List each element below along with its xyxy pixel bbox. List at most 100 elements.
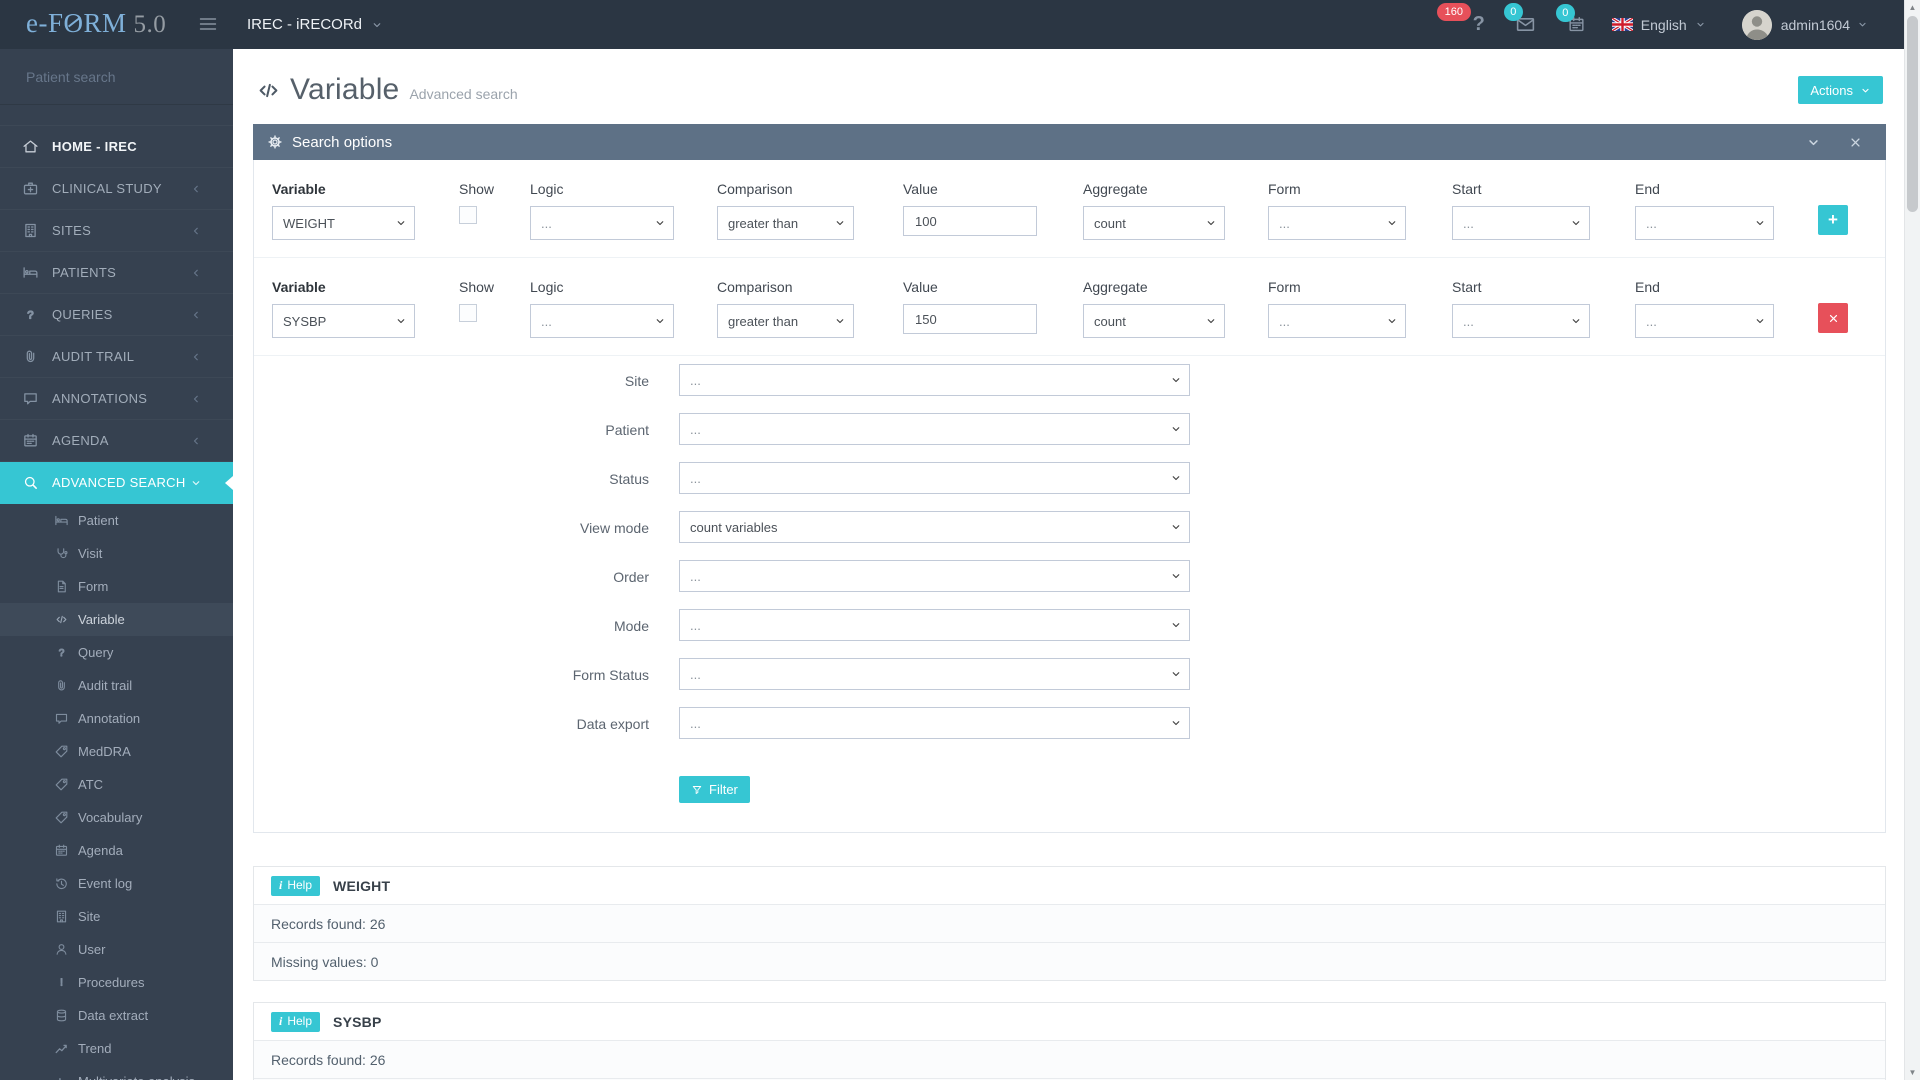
site-select[interactable]: ... [679,364,1190,396]
agenda-button[interactable]: 0 [1555,4,1586,34]
end-select[interactable]: ... [1635,304,1774,338]
code-icon [54,612,69,627]
status-select[interactable]: ... [679,462,1190,494]
submenu-item-visit[interactable]: Visit [0,537,233,570]
aggregate-select[interactable]: count [1083,304,1225,338]
app-logo: e-FORM 5.0 [26,8,167,38]
help-badge[interactable]: i Help [271,875,321,896]
chevron-down-icon [1170,619,1182,631]
variable-select[interactable]: WEIGHT [272,206,415,240]
value-input[interactable] [903,206,1037,236]
submenu-item-user[interactable]: User [0,933,233,966]
sidebar-item-patients[interactable]: PATIENTS [0,252,233,294]
question-icon [54,645,69,660]
language-selector[interactable]: English [1611,17,1706,33]
top-header: e-FORM 5.0 IREC - iRECORd 160 ? 0 0 Engli… [0,0,1920,49]
close-panel-icon[interactable] [1848,135,1863,150]
submenu-item-annotation[interactable]: Annotation [0,702,233,735]
sidebar-item-sites[interactable]: SITES [0,210,233,252]
start-select[interactable]: ... [1452,206,1590,240]
sidebar-item-advanced-search[interactable]: ADVANCED SEARCH [0,462,233,504]
study-selector[interactable]: IREC - iRECORd [247,0,383,49]
sidebar-item-home[interactable]: HOME - IREC [0,126,233,168]
question-icon [22,306,39,323]
start-select[interactable]: ... [1452,304,1590,338]
end-select[interactable]: ... [1635,206,1774,240]
data-export-select[interactable]: ... [679,707,1190,739]
paperclip-icon [54,678,69,693]
submenu-item-patient[interactable]: Patient [0,504,233,537]
column-label-start: Start [1452,181,1482,197]
logic-select[interactable]: ... [530,304,674,338]
scrollbar-thumb[interactable] [1907,16,1918,212]
comparison-select[interactable]: greater than [717,206,854,240]
remove-row-button[interactable] [1818,303,1848,333]
page-title: Variable Advanced search [255,73,518,107]
value-input[interactable] [903,304,1037,334]
tag-icon [54,744,69,759]
chevron-down-icon [1695,19,1706,30]
sidebar-item-clinical-study[interactable]: CLINICAL STUDY [0,168,233,210]
submenu-item-multivariate-analysis[interactable]: Multivariate analysis [0,1065,233,1080]
submenu-item-data-extract[interactable]: Data extract [0,999,233,1032]
submenu-item-form[interactable]: Form [0,570,233,603]
submenu-item-query[interactable]: Query [0,636,233,669]
submenu-item-trend[interactable]: Trend [0,1032,233,1065]
user-menu[interactable]: admin1604 [1741,9,1868,40]
mode-select[interactable]: ... [679,609,1190,641]
chevron-down-icon [371,19,383,31]
submenu-item-vocabulary[interactable]: Vocabulary [0,801,233,834]
submenu-item-atc[interactable]: ATC [0,768,233,801]
sidebar-item-agenda[interactable]: AGENDA [0,420,233,462]
bed-icon [54,513,69,528]
aggregate-select[interactable]: count [1083,206,1225,240]
submenu-item-variable[interactable]: Variable [0,603,233,636]
chevron-down-icon [1754,217,1766,229]
submenu-item-audit-trail[interactable]: Audit trail [0,669,233,702]
filter-button-row: Filter [254,748,1885,804]
column-label-start: Start [1452,279,1482,295]
order-select[interactable]: ... [679,560,1190,592]
view-mode-select[interactable]: count variables [679,511,1190,543]
funnel-icon [691,784,703,796]
submenu-item-procedures[interactable]: Procedures [0,966,233,999]
variable-select[interactable]: SYSBP [272,304,415,338]
show-checkbox[interactable] [459,206,477,224]
hamburger-menu-icon[interactable] [196,14,220,34]
column-label-end: End [1635,181,1660,197]
status-label: Status [609,470,649,487]
scroll-down-arrow[interactable]: ▼ [1905,1065,1920,1080]
patient-search-input[interactable] [24,67,209,86]
show-checkbox[interactable] [459,304,477,322]
sidebar-item-annotations[interactable]: ANNOTATIONS [0,378,233,420]
help-button[interactable]: 160 ? [1436,3,1485,36]
submenu-item-site[interactable]: Site [0,900,233,933]
logic-select[interactable]: ... [530,206,674,240]
vertical-scrollbar[interactable]: ▲ ▼ [1904,0,1920,1080]
scroll-up-arrow[interactable]: ▲ [1905,0,1920,15]
help-badge[interactable]: i Help [271,1011,321,1032]
form-select[interactable]: ... [1268,304,1406,338]
sidebar-item-audit-trail[interactable]: AUDIT TRAIL [0,336,233,378]
paperclip-icon [22,348,39,365]
messages-button[interactable]: 0 [1503,3,1536,35]
page-head: Variable Advanced search Actions [233,49,1905,124]
column-label-form: Form [1268,279,1301,295]
patient-select[interactable]: ... [679,413,1190,445]
submenu-item-agenda[interactable]: Agenda [0,834,233,867]
comment-icon [22,390,39,407]
form-status-select[interactable]: ... [679,658,1190,690]
exclamation-icon [54,975,69,990]
messages-count-badge: 0 [1503,3,1523,21]
submenu-item-meddra[interactable]: MedDRA [0,735,233,768]
column-label-form: Form [1268,181,1301,197]
filter-button[interactable]: Filter [679,776,750,803]
submenu-item-event-log[interactable]: Event log [0,867,233,900]
add-row-button[interactable]: + [1818,205,1848,235]
chevron-down-icon [834,217,846,229]
comparison-select[interactable]: greater than [717,304,854,338]
actions-button[interactable]: Actions [1798,76,1883,104]
collapse-panel-icon[interactable] [1806,135,1821,150]
form-select[interactable]: ... [1268,206,1406,240]
sidebar-item-queries[interactable]: QUERIES [0,294,233,336]
